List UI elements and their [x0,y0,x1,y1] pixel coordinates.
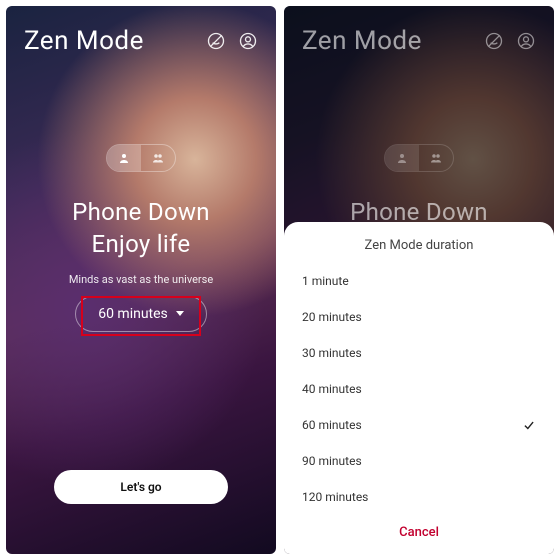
cancel-button[interactable]: Cancel [302,515,536,544]
page-title: Zen Mode [24,26,144,56]
mode-toggle[interactable] [106,144,176,172]
mode-toggle [384,144,454,172]
header: Zen Mode [24,26,258,56]
duration-option[interactable]: 40 minutes [302,371,536,407]
hero-line-1: Phone Down [24,196,258,228]
start-button[interactable]: Let's go [54,470,228,504]
duration-option-label: 120 minutes [302,490,368,504]
duration-option-label: 60 minutes [302,418,362,432]
duration-sheet: Zen Mode duration 1 minute 20 minutes 30 m… [284,222,554,554]
cancel-label: Cancel [399,525,439,540]
profile-icon[interactable] [238,31,258,51]
header: Zen Mode [302,26,536,56]
duration-option[interactable]: 90 minutes [302,443,536,479]
duration-option[interactable]: 60 minutes [302,407,536,443]
page-title: Zen Mode [302,26,422,56]
duration-option[interactable]: 1 minute [302,263,536,299]
duration-option[interactable]: 30 minutes [302,335,536,371]
duration-option-label: 20 minutes [302,310,362,324]
duration-option-list: 1 minute 20 minutes 30 minutes 40 minutes 60… [302,263,536,515]
check-icon [522,418,536,432]
hero-line-2: Enjoy life [24,228,258,260]
no-notification-icon [484,31,504,51]
duration-option-label: 40 minutes [302,382,362,396]
duration-option-label: 30 minutes [302,346,362,360]
sheet-title: Zen Mode duration [302,238,536,253]
start-button-label: Let's go [120,480,161,494]
screen-right: Zen Mode Phone Down Enjoy life [284,6,554,554]
mode-group-button[interactable] [141,145,175,171]
no-notification-icon[interactable] [206,31,226,51]
mode-solo-button [385,145,419,171]
duration-label: 60 minutes [98,306,168,322]
duration-option[interactable]: 120 minutes [302,479,536,515]
subtext: Minds as vast as the universe [24,273,258,286]
profile-icon [516,31,536,51]
mode-solo-button[interactable] [107,145,141,171]
duration-dropdown[interactable]: 60 minutes [75,296,207,332]
hero-text: Phone Down Enjoy life [24,196,258,261]
duration-option-label: 90 minutes [302,454,362,468]
duration-option-label: 1 minute [302,274,349,288]
duration-option[interactable]: 20 minutes [302,299,536,335]
mode-group-button [419,145,453,171]
screen-left: Zen Mode Phone Down Enjoy life Minds [6,6,276,554]
